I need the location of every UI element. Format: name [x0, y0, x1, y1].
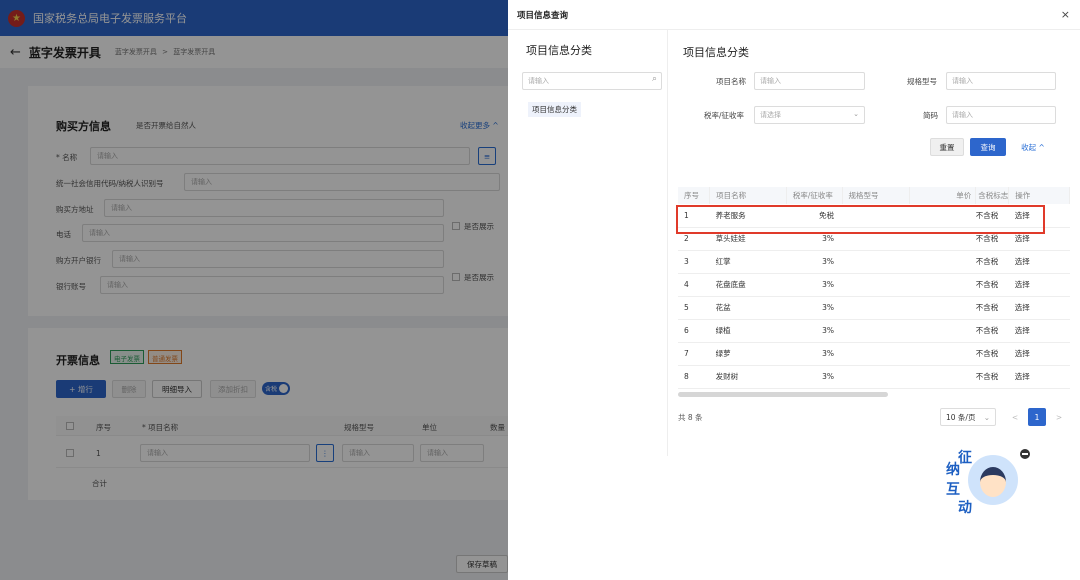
close-icon[interactable]: × [1061, 8, 1070, 21]
mascot-char-hu: 互 [946, 482, 960, 498]
row-tax-flag: 不含税 [975, 319, 1009, 343]
row-tax-flag: 不含税 [975, 365, 1009, 389]
tax-rate-select[interactable]: 请选择 ⌄ [754, 106, 865, 124]
col-name-header: 项目名称 [709, 187, 787, 204]
mascot-char-na: 纳 [946, 462, 960, 478]
select-link[interactable]: 选择 [1008, 319, 1070, 343]
page-size-select[interactable]: 10 条/页 ⌄ [940, 408, 996, 426]
row-seq: 8 [678, 365, 710, 389]
row-price [909, 273, 976, 297]
row-spec [842, 319, 910, 343]
row-tax-flag: 不含税 [975, 296, 1009, 320]
category-search-input[interactable]: 请输入 ⌕ [522, 72, 662, 90]
row-seq: 3 [678, 250, 710, 274]
page-1-button[interactable]: 1 [1028, 408, 1046, 426]
table-row: 6 绿植 3% 不含税 选择 [678, 319, 1070, 343]
row-tax-flag: 不含税 [975, 273, 1009, 297]
project-list-panel: 项目信息分类 项目名称 请输入 规格型号 请输入 税率/征收率 请选择 ⌄ 简码… [668, 30, 1080, 456]
table-row: 7 绿萝 3% 不含税 选择 [678, 342, 1070, 366]
item-name-label: 项目名称 [716, 77, 746, 86]
mascot-face [980, 467, 1006, 497]
row-spec [842, 296, 910, 320]
row-name: 绿萝 [709, 342, 787, 366]
minus-icon [1022, 453, 1028, 455]
col-tax-flag-header: 含税标志 [975, 187, 1010, 204]
short-code-input[interactable]: 请输入 [946, 106, 1056, 124]
row-seq: 5 [678, 296, 710, 320]
query-button[interactable]: 查询 [970, 138, 1006, 156]
collapse-link[interactable]: 收起 ^ [1016, 138, 1050, 156]
row-seq: 7 [678, 342, 710, 366]
table-row: 4 花盘底盘 3% 不含税 选择 [678, 273, 1070, 297]
row-spec [842, 273, 910, 297]
select-link[interactable]: 选择 [1008, 250, 1070, 274]
row-price [909, 250, 976, 274]
highlight-box [676, 205, 1045, 234]
row-rate: 3% [786, 342, 843, 366]
spec-label: 规格型号 [907, 77, 937, 86]
select-link[interactable]: 选择 [1008, 296, 1070, 320]
row-spec [842, 250, 910, 274]
tax-rate-placeholder: 请选择 [760, 111, 781, 119]
interaction-mascot[interactable]: 征 纳 互 动 [944, 447, 1030, 517]
search-icon: ⌕ [651, 74, 657, 84]
row-tax-flag: 不含税 [975, 342, 1009, 366]
category-panel: 项目信息分类 请输入 ⌕ 项目信息分类 [508, 30, 668, 456]
category-panel-title: 项目信息分类 [526, 44, 592, 57]
row-rate: 3% [786, 273, 843, 297]
table-row: 8 发财树 3% 不含税 选择 [678, 365, 1070, 389]
row-tax-flag: 不含税 [975, 250, 1009, 274]
category-tree-item[interactable]: 项目信息分类 [528, 102, 581, 117]
chevron-down-icon: ⌄ [853, 110, 859, 118]
spec-input[interactable]: 请输入 [946, 72, 1056, 90]
modal-header: 项目信息查询 × [508, 0, 1080, 30]
tax-rate-label: 税率/征收率 [704, 111, 745, 120]
row-price [909, 319, 976, 343]
reset-button[interactable]: 重置 [930, 138, 964, 156]
prev-page-button[interactable]: < [1006, 408, 1024, 426]
row-spec [842, 342, 910, 366]
row-price [909, 342, 976, 366]
col-rate-header: 税率/征收率 [786, 187, 843, 204]
table-row: 3 红掌 3% 不含税 选择 [678, 250, 1070, 274]
project-table-header: 序号 项目名称 税率/征收率 规格型号 单价 含税标志 操作 [678, 187, 1070, 204]
col-price-header: 单价 [909, 187, 977, 204]
item-name-input[interactable]: 请输入 [754, 72, 865, 90]
pagination: 共 8 条 10 条/页 ⌄ < 1 > [668, 402, 1080, 432]
page-size-value: 10 条/页 [946, 412, 976, 422]
mascot-char-dong: 动 [958, 500, 972, 516]
short-code-label: 简码 [923, 111, 938, 120]
chevron-down-icon: ⌄ [983, 412, 990, 422]
modal-title: 项目信息查询 [517, 10, 569, 21]
row-rate: 3% [786, 319, 843, 343]
row-name: 红掌 [709, 250, 787, 274]
horizontal-scrollbar[interactable] [678, 392, 888, 397]
select-link[interactable]: 选择 [1008, 342, 1070, 366]
row-name: 花盘底盘 [709, 273, 787, 297]
modal-overlay[interactable] [0, 0, 508, 580]
table-row: 5 花盆 3% 不含税 选择 [678, 296, 1070, 320]
select-link[interactable]: 选择 [1008, 365, 1070, 389]
row-rate: 3% [786, 250, 843, 274]
col-spec-header: 规格型号 [842, 187, 910, 204]
select-link[interactable]: 选择 [1008, 273, 1070, 297]
row-name: 绿植 [709, 319, 787, 343]
project-list-title: 项目信息分类 [683, 46, 749, 59]
next-page-button[interactable]: > [1050, 408, 1068, 426]
category-search-placeholder: 请输入 [528, 77, 549, 85]
mascot-close-icon[interactable] [1020, 449, 1030, 459]
mascot-char-zheng: 征 [958, 450, 972, 466]
row-seq: 6 [678, 319, 710, 343]
row-price [909, 296, 976, 320]
total-count: 共 8 条 [678, 413, 703, 422]
row-spec [842, 365, 910, 389]
row-rate: 3% [786, 365, 843, 389]
row-name: 花盆 [709, 296, 787, 320]
row-price [909, 365, 976, 389]
row-rate: 3% [786, 296, 843, 320]
row-name: 发财树 [709, 365, 787, 389]
col-action-header: 操作 [1008, 187, 1070, 204]
row-seq: 4 [678, 273, 710, 297]
col-seq-header: 序号 [678, 187, 711, 204]
